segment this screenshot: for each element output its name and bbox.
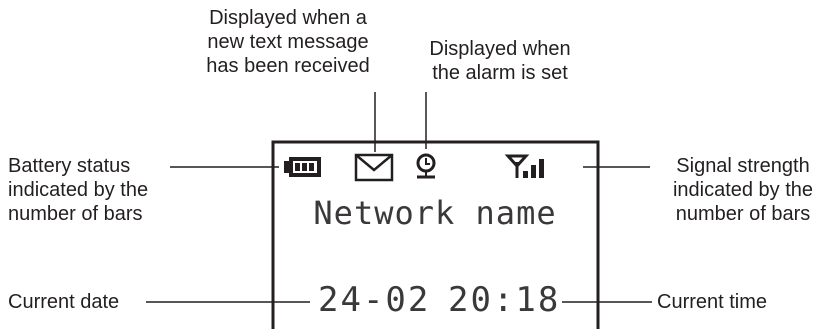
signal-bar <box>531 165 536 178</box>
date-callout: Current date <box>8 291 120 313</box>
battery-bar <box>309 163 314 171</box>
battery-bar <box>295 163 300 171</box>
signal-bar <box>523 171 528 178</box>
message-icon-callout: Displayed when a new text message has be… <box>206 7 370 77</box>
alarm-icon-callout: Displayed when the alarm is set <box>429 38 571 84</box>
time-display: 20:18 <box>448 280 561 320</box>
signal-callout: Signal strength indicated by the number … <box>672 155 814 225</box>
battery-icon <box>284 157 321 177</box>
time-callout: Current time <box>657 291 768 313</box>
network-name-display: Network name <box>313 194 557 232</box>
battery-bar <box>302 163 307 171</box>
envelope-icon <box>354 153 394 182</box>
signal-antenna-icon <box>504 154 544 178</box>
alarm-clock-icon <box>416 153 436 179</box>
signal-bar <box>539 159 544 178</box>
battery-callout: Battery status indicated by the number o… <box>8 155 149 225</box>
date-display: 24-02 <box>318 280 431 320</box>
